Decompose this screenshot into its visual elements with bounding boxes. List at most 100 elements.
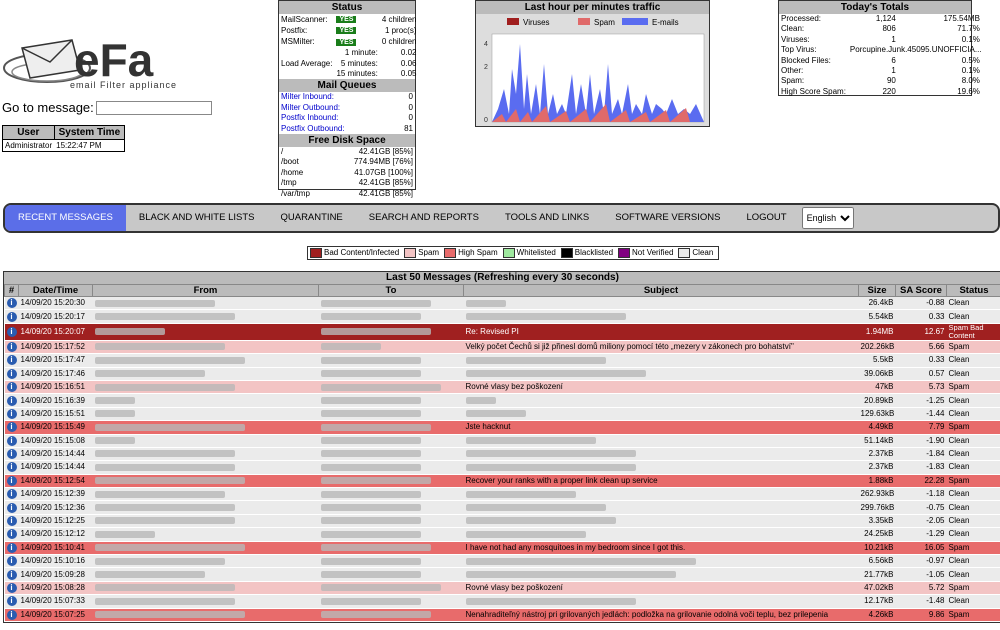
message-row[interactable]: i 14/09/20 15:20:30 26.4kB -0.88 Clean <box>4 296 1000 311</box>
message-row[interactable]: i 14/09/20 15:15:08 51.14kB -1.90 Clean <box>4 434 1000 448</box>
message-row[interactable]: i 14/09/20 15:15:49 Jste hacknut 4.49kB 7.79… <box>4 420 1000 435</box>
message-row[interactable]: i 14/09/20 15:15:51 129.63kB -1.44 Clean <box>4 407 1000 422</box>
info-icon[interactable]: i <box>6 341 17 352</box>
redacted-text <box>320 611 431 619</box>
info-icon[interactable]: i <box>6 556 17 567</box>
totals-extra: 71.7% <box>957 24 980 34</box>
message-row[interactable]: i 14/09/20 15:10:41 I have not had any mos… <box>4 541 1000 556</box>
info-icon[interactable]: i <box>6 462 17 473</box>
info-icon[interactable]: i <box>6 502 17 513</box>
message-size: 262.93kB <box>858 487 896 502</box>
info-icon[interactable]: i <box>6 422 17 433</box>
message-row[interactable]: i 14/09/20 15:07:25 Nenahraditeľný nástroj… <box>4 608 1000 622</box>
message-to <box>318 567 464 582</box>
col-status[interactable]: Status <box>946 284 1000 297</box>
info-icon[interactable]: i <box>6 435 17 446</box>
info-icon[interactable]: i <box>6 475 17 486</box>
message-size: 10.21kB <box>858 541 896 556</box>
nav-tools-links[interactable]: TOOLS AND LINKS <box>492 205 602 231</box>
message-datetime: 14/09/20 15:15:51 <box>18 407 93 422</box>
info-icon[interactable]: i <box>6 596 17 607</box>
goto-message-input[interactable] <box>95 100 212 115</box>
redacted-text <box>320 530 421 538</box>
info-icon[interactable]: i <box>6 326 17 337</box>
col-from[interactable]: From <box>92 284 319 297</box>
message-row[interactable]: i 14/09/20 15:20:07 Re: Revised PI 1.94MB 12… <box>4 323 1000 341</box>
message-row[interactable]: i 14/09/20 15:12:12 24.25kB -1.29 Clean <box>4 527 1000 542</box>
status-badge: YES <box>336 27 357 35</box>
message-row[interactable]: i 14/09/20 15:14:44 2.37kB -1.83 Clean <box>4 460 1000 475</box>
info-icon[interactable]: i <box>6 395 17 406</box>
queue-link-postfix-outbound[interactable]: Postfix Outbound: <box>279 124 393 134</box>
load-value: 0.02 <box>400 48 417 58</box>
message-row[interactable]: i 14/09/20 15:07:33 12.17kB -1.48 Clean <box>4 594 1000 609</box>
status-value: 1 proc(s) <box>384 25 417 35</box>
nav-black-white-lists[interactable]: BLACK AND WHITE LISTS <box>126 205 268 231</box>
col-to[interactable]: To <box>318 284 464 297</box>
message-row[interactable]: i 14/09/20 15:16:39 20.89kB -1.25 Clean <box>4 393 1000 408</box>
nav-logout[interactable]: LOGOUT <box>733 205 799 231</box>
message-size: 202.26kB <box>858 340 896 355</box>
col-sa-score[interactable]: SA Score <box>895 284 947 297</box>
message-row[interactable]: i 14/09/20 15:17:52 Velký počet Čechů si j… <box>4 340 1000 355</box>
queue-link-milter-inbound[interactable]: Milter Inbound: <box>279 92 393 102</box>
message-from <box>92 608 319 622</box>
nav-software-versions[interactable]: SOFTWARE VERSIONS <box>602 205 733 231</box>
col-subject[interactable]: Subject <box>463 284 859 297</box>
message-row[interactable]: i 14/09/20 15:10:16 6.56kB -0.97 Clean <box>4 554 1000 569</box>
info-icon[interactable]: i <box>6 516 17 527</box>
nav-recent-messages[interactable]: RECENT MESSAGES <box>5 205 126 231</box>
message-status: Clean <box>946 460 1000 475</box>
load-value: 0.05 <box>400 69 417 79</box>
queue-link-milter-outbound[interactable]: Milter Outbound: <box>279 103 393 113</box>
queue-link-postfix-inbound[interactable]: Postfix Inbound: <box>279 113 393 123</box>
info-icon[interactable]: i <box>6 489 17 500</box>
message-datetime: 14/09/20 15:12:54 <box>18 474 93 489</box>
info-icon[interactable]: i <box>6 355 17 366</box>
info-icon[interactable]: i <box>6 382 17 393</box>
message-from <box>92 447 319 462</box>
col-datetime[interactable]: Date/Time <box>18 284 93 297</box>
message-row[interactable]: i 14/09/20 15:09:28 21.77kB -1.05 Clean <box>4 567 1000 582</box>
totals-row: Other: 1 0.1% <box>779 66 982 76</box>
info-icon[interactable]: i <box>6 569 17 580</box>
info-icon[interactable]: i <box>6 529 17 540</box>
message-to <box>318 581 464 596</box>
totals-row: Spam: 90 8.0% <box>779 76 982 86</box>
info-icon[interactable]: i <box>6 609 17 620</box>
info-icon[interactable]: i <box>6 368 17 379</box>
message-sa-score: -0.97 <box>895 554 947 569</box>
info-icon[interactable]: i <box>6 583 17 593</box>
message-row[interactable]: i 14/09/20 15:14:44 2.37kB -1.84 Clean <box>4 447 1000 462</box>
info-icon[interactable]: i <box>6 408 17 419</box>
message-row[interactable]: i 14/09/20 15:12:36 299.76kB -0.75 Clean <box>4 500 1000 515</box>
message-to <box>318 367 464 381</box>
message-from <box>92 407 319 422</box>
message-row[interactable]: i 14/09/20 15:17:47 5.5kB 0.33 Clean <box>4 353 1000 368</box>
message-subject: I have not had any mosquitoes in my bedr… <box>463 541 859 556</box>
redacted-text <box>465 370 646 378</box>
message-row[interactable]: i 14/09/20 15:08:28 Rovné vlasy bez poškoz… <box>4 581 1000 596</box>
message-row[interactable]: i 14/09/20 15:12:25 3.35kB -2.05 Clean <box>4 514 1000 529</box>
message-datetime: 14/09/20 15:12:25 <box>18 514 93 529</box>
message-row[interactable]: i 14/09/20 15:12:39 262.93kB -1.18 Clean <box>4 487 1000 502</box>
row-info-cell: i <box>4 323 19 341</box>
legend-swatch <box>502 248 515 258</box>
message-row[interactable]: i 14/09/20 15:16:51 Rovné vlasy bez poškoz… <box>4 380 1000 395</box>
info-icon[interactable]: i <box>6 311 17 322</box>
info-icon[interactable]: i <box>6 298 17 309</box>
info-icon[interactable]: i <box>6 449 17 460</box>
nav-search-reports[interactable]: SEARCH AND REPORTS <box>356 205 492 231</box>
message-subject <box>463 500 859 515</box>
nav-quarantine[interactable]: QUARANTINE <box>267 205 355 231</box>
col-size[interactable]: Size <box>858 284 896 297</box>
row-info-cell: i <box>4 393 19 408</box>
totals-extra: 19.6% <box>957 86 980 96</box>
message-row[interactable]: i 14/09/20 15:17:46 39.06kB 0.57 Clean <box>4 367 1000 381</box>
info-icon[interactable]: i <box>6 542 17 553</box>
redacted-text <box>465 504 606 512</box>
message-row[interactable]: i 14/09/20 15:20:17 5.54kB 0.33 Clean <box>4 309 1000 324</box>
row-info-cell: i <box>4 500 19 515</box>
message-row[interactable]: i 14/09/20 15:12:54 Recover your ranks wit… <box>4 474 1000 489</box>
language-select[interactable]: English <box>801 207 854 229</box>
